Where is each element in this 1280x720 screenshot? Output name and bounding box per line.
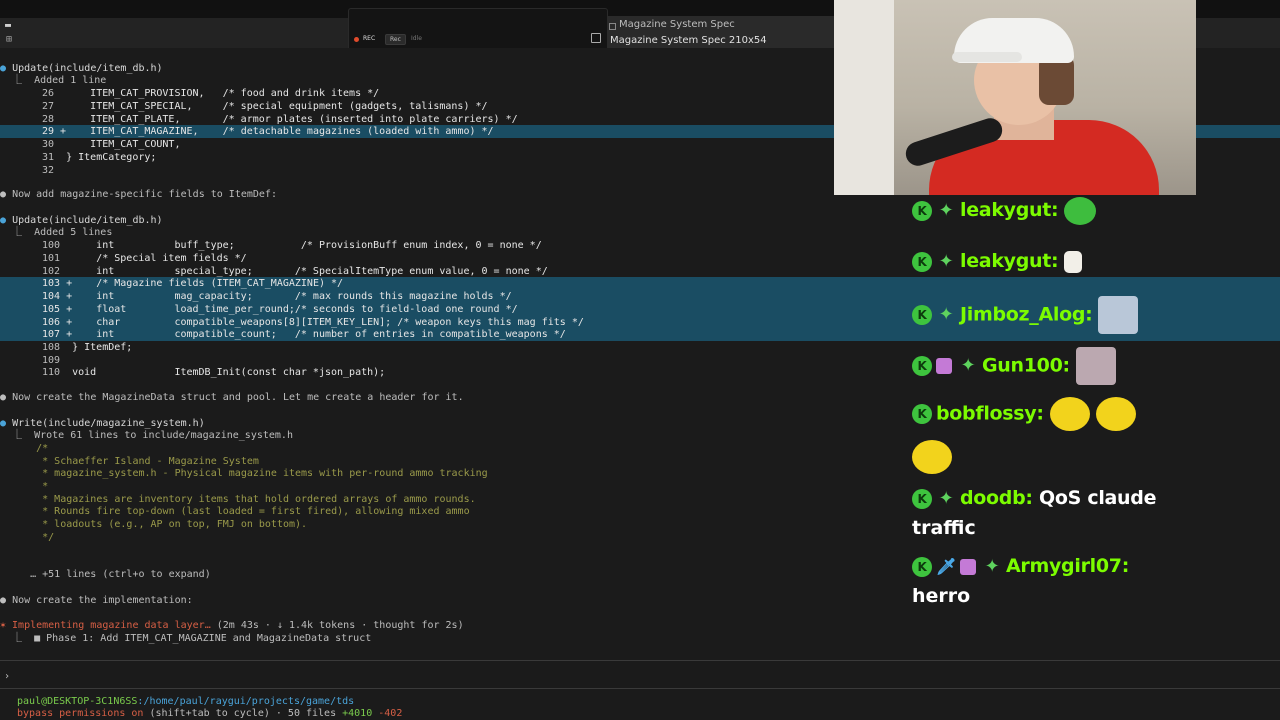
chat-message: K 🗡 ✦ Armygirl07: [912, 551, 1129, 581]
diamond-badge-icon: ✦ [938, 250, 954, 272]
webcam-feed [834, 0, 1196, 195]
rec-chip[interactable]: Rec [385, 34, 406, 45]
k-badge-icon: K [912, 356, 932, 376]
k-badge-icon: K [912, 251, 932, 272]
divider [0, 688, 1280, 689]
chat-message-cont: traffic [912, 517, 976, 539]
spec-window-subtitle: Magazine System Spec 210x54 [610, 35, 767, 46]
rec-label: REC [363, 35, 376, 42]
chat-message: K ✦ Gun100: [912, 347, 1116, 385]
status-line-2: bypass permissions on (shift+tab to cycl… [17, 708, 403, 719]
k-badge-icon: K [912, 200, 932, 221]
bee-emote-icon [912, 440, 952, 474]
window-square-icon [609, 23, 616, 30]
chat-message: K ✦ leakygut: [912, 246, 1083, 276]
diamond-badge-icon: ✦ [938, 199, 954, 221]
k-badge-icon: K [912, 404, 932, 424]
bee-emote-icon [1049, 397, 1090, 431]
chat-message: K ✦ doodb: QoS claude [912, 483, 1156, 513]
chat-message: K ✦ Jimboz_Alog: [912, 296, 1139, 334]
gift-badge-icon [936, 358, 952, 374]
spec-window-title: Magazine System Spec [619, 19, 735, 30]
chat-message: K ✦ leakygut: [912, 195, 1097, 225]
chat-emote-line [912, 440, 952, 474]
task-item: ⎿ ■ Phase 1: Add ITEM_CAT_MAGAZINE and M… [0, 633, 372, 644]
prompt-input[interactable]: › [0, 670, 1280, 683]
expand-icon[interactable] [591, 33, 601, 43]
sword-badge-icon: 🗡 [936, 556, 957, 576]
diamond-badge-icon: ✦ [938, 304, 954, 325]
diamond-badge-icon: ✦ [984, 555, 1000, 577]
chat-message-cont: herro [912, 585, 971, 607]
k-badge-icon: K [912, 305, 932, 325]
k-badge-icon: K [912, 556, 932, 577]
hand-emote-icon [1064, 250, 1083, 273]
idle-chip[interactable]: Idle [407, 34, 426, 43]
chat-message: Kbobflossy: [912, 397, 1136, 431]
k-badge-icon: K [912, 488, 932, 509]
chat-overlay: K ✦ leakygut: K ✦ leakygut: K ✦ Jimboz_Alog: K… [900, 195, 1280, 615]
new-tab-icon[interactable]: ⊞ [6, 34, 12, 45]
spec-window-titlebar[interactable]: Magazine System Spec Magazine System Spe… [607, 16, 834, 48]
frog-emote-icon [1064, 196, 1097, 225]
progress-status: ✶ Implementing magazine data layer… (2m … [0, 620, 464, 631]
cat-emote-icon [1098, 296, 1139, 334]
diamond-badge-icon: ✦ [960, 355, 976, 376]
gift-badge-icon [960, 558, 976, 575]
record-dot-icon [354, 37, 359, 42]
bee-emote-icon [1095, 397, 1136, 431]
fox-emote-icon [1075, 347, 1116, 385]
divider [0, 660, 1280, 661]
window-icon[interactable]: ▬ [5, 20, 11, 31]
diamond-badge-icon: ✦ [938, 487, 954, 509]
